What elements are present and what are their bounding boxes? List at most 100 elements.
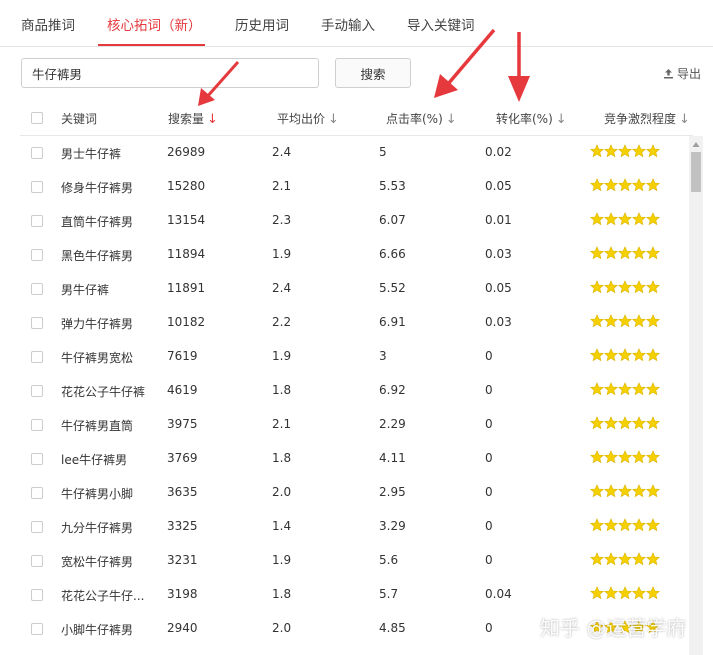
ctr-cell: 5.6 [379,553,399,567]
star-icon [646,483,660,498]
keyword-cell: 宽松牛仔裤男 [61,555,134,569]
search-volume-cell: 3231 [167,553,198,567]
row-checkbox[interactable] [31,181,43,193]
star-icon [632,177,646,192]
column-label: 点击率(%) [386,112,443,126]
conversion-cell: 0 [485,485,493,499]
star-icon [646,143,660,158]
search-volume-cell: 11894 [167,247,206,261]
star-icon [646,517,660,532]
column-header-competition[interactable]: 竞争激烈程度 ↓ [604,110,690,127]
row-checkbox[interactable] [31,453,43,465]
star-icon [590,585,604,600]
star-icon [646,585,660,600]
search-volume-cell: 4619 [167,383,198,397]
avg-bid-cell: 1.8 [272,383,292,397]
row-checkbox[interactable] [31,147,43,159]
tab-product-recommend[interactable]: 商品推词 [21,14,75,34]
star-icon [646,177,660,192]
star-icon [618,245,632,260]
column-header-search-volume[interactable]: 搜索量 ↓ [168,110,218,127]
row-checkbox[interactable] [31,487,43,499]
star-icon [632,551,646,566]
ctr-cell: 5.7 [379,587,399,601]
conversion-cell: 0.05 [485,281,512,295]
conversion-cell: 0 [485,621,493,635]
search-volume-cell: 15280 [167,179,206,193]
star-icon [604,381,618,396]
row-checkbox[interactable] [31,283,43,295]
avg-bid-cell: 1.4 [272,519,292,533]
ctr-cell: 5.53 [379,179,406,193]
avg-bid-cell: 1.9 [272,247,292,261]
row-checkbox[interactable] [31,351,43,363]
star-icon [590,143,604,158]
row-checkbox[interactable] [31,555,43,567]
star-icon [618,381,632,396]
star-icon [604,585,618,600]
avg-bid-cell: 1.8 [272,587,292,601]
star-icon [618,313,632,328]
tab-history[interactable]: 历史用词 [235,14,289,34]
competition-stars [590,211,660,230]
search-button[interactable]: 搜索 [335,58,411,88]
star-icon [618,143,632,158]
row-checkbox[interactable] [31,249,43,261]
table-row: 花花公子牛仔裤 4619 1.8 6.92 0 [20,374,688,408]
tab-manual-input[interactable]: 手动输入 [321,14,375,34]
avg-bid-cell: 2.2 [272,315,292,329]
star-icon [646,347,660,362]
scroll-thumb[interactable] [691,152,701,192]
row-checkbox[interactable] [31,623,43,635]
sort-desc-icon: ↓ [555,112,567,127]
competition-stars [590,381,660,400]
conversion-cell: 0 [485,451,493,465]
table-row: 牛仔裤男小脚 3635 2.0 2.95 0 [20,476,688,510]
scrollbar[interactable] [689,136,703,655]
conversion-cell: 0.01 [485,213,512,227]
star-icon [604,211,618,226]
search-volume-cell: 3975 [167,417,198,431]
star-icon [590,449,604,464]
conversion-cell: 0 [485,383,493,397]
avg-bid-cell: 2.3 [272,213,292,227]
scroll-up-icon[interactable] [689,136,703,148]
keyword-cell: 小脚牛仔裤男 [61,623,134,637]
column-header-conversion[interactable]: 转化率(%) ↓ [496,110,567,127]
row-checkbox[interactable] [31,521,43,533]
search-volume-cell: 11891 [167,281,206,295]
row-checkbox[interactable] [31,317,43,329]
export-button[interactable]: 导出 [663,65,701,82]
star-icon [590,483,604,498]
keyword-cell: 黑色牛仔裤男 [61,249,134,263]
star-icon [646,551,660,566]
conversion-cell: 0.03 [485,315,512,329]
search-volume-cell: 3769 [167,451,198,465]
column-header-avg-bid[interactable]: 平均出价 ↓ [277,110,339,127]
row-checkbox[interactable] [31,215,43,227]
table-row: 男士牛仔裤 26989 2.4 5 0.02 [20,136,688,170]
star-icon [618,517,632,532]
search-input[interactable] [21,58,319,88]
star-icon [604,143,618,158]
row-checkbox[interactable] [31,419,43,431]
tab-import-keywords[interactable]: 导入关键词 [407,14,475,34]
star-icon [632,279,646,294]
star-icon [604,551,618,566]
row-checkbox[interactable] [31,385,43,397]
keyword-cell: lee牛仔裤男 [61,453,128,467]
select-all-checkbox[interactable] [31,112,43,124]
star-icon [590,347,604,362]
star-icon [646,415,660,430]
row-checkbox[interactable] [31,589,43,601]
column-header-ctr[interactable]: 点击率(%) ↓ [386,110,457,127]
star-icon [604,449,618,464]
star-icon [604,415,618,430]
conversion-cell: 0 [485,553,493,567]
star-icon [604,279,618,294]
avg-bid-cell: 2.1 [272,179,292,193]
table-row: 男牛仔裤 11891 2.4 5.52 0.05 [20,272,688,306]
watermark: 知乎 @运营学府 [540,616,687,640]
keyword-cell: 男牛仔裤 [61,283,110,297]
tab-core-expand[interactable]: 核心拓词（新） [107,14,202,34]
